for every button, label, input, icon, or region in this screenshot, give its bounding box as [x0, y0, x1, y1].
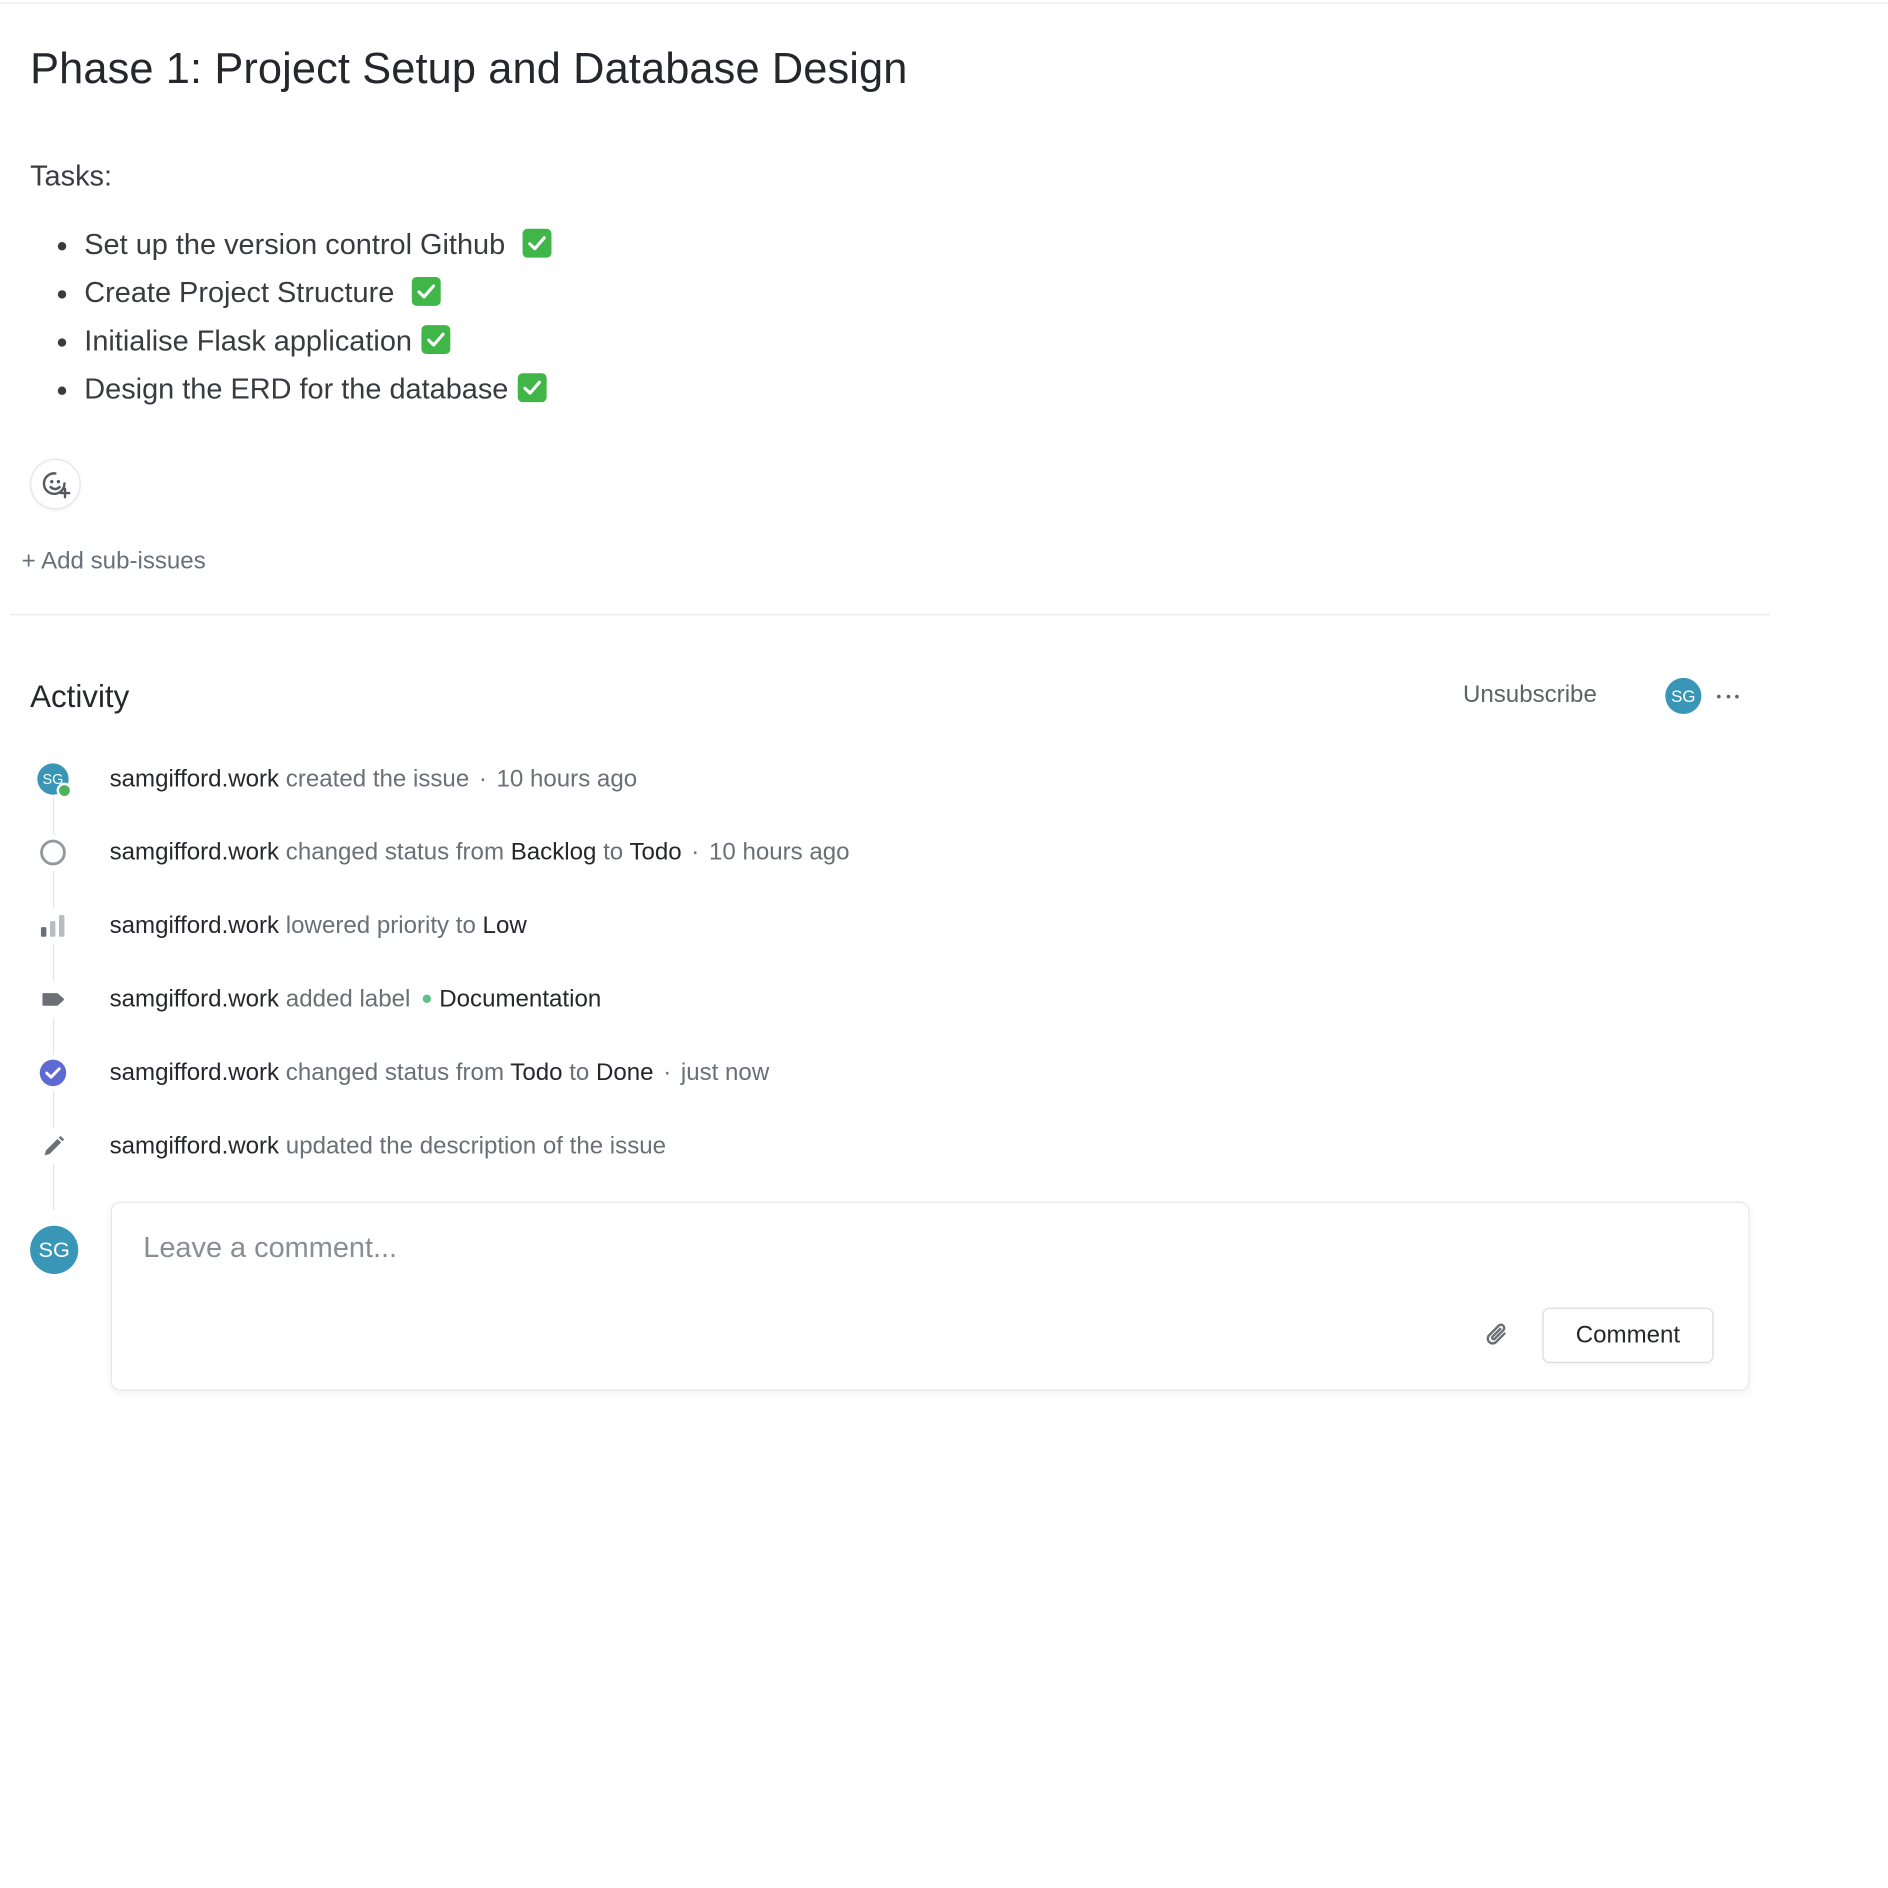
activity-event: SG samgifford.work created the issue · 10 … — [0, 760, 1758, 799]
event-time[interactable]: just now — [681, 1060, 769, 1086]
issue-title[interactable]: Phase 1: Project Setup and Database Desi… — [30, 43, 907, 94]
event-from-status: Backlog — [510, 839, 597, 866]
event-text: samgifford.work updated the description … — [110, 1132, 666, 1161]
event-action: created the issue — [285, 765, 470, 793]
event-to-word: to — [603, 839, 624, 866]
label-tag-icon — [42, 993, 65, 1006]
activity-title: Activity — [30, 677, 130, 715]
event-text: samgifford.work changed status from Todo… — [110, 1058, 770, 1087]
task-item: Create Project Structure — [54, 270, 552, 318]
event-actor[interactable]: samgifford.work — [110, 986, 280, 1012]
comment-submit-button[interactable]: Comment — [1542, 1307, 1714, 1364]
event-to-word: to — [569, 1059, 590, 1087]
attachment-button[interactable] — [1482, 1320, 1513, 1351]
event-actor[interactable]: samgifford.work — [110, 913, 280, 939]
event-actor[interactable]: samgifford.work — [110, 766, 280, 792]
add-reaction-button[interactable] — [30, 458, 81, 510]
task-text: Create Project Structure — [84, 276, 403, 310]
task-item: Design the ERD for the database — [54, 366, 552, 414]
comment-input[interactable] — [143, 1231, 1348, 1266]
event-action: updated the description of the issue — [285, 1133, 667, 1160]
separator-dot: · — [478, 765, 487, 793]
subscriber-avatar[interactable]: SG — [1665, 677, 1702, 715]
event-avatar-wrap: SG — [34, 760, 73, 799]
event-to-status: Todo — [629, 839, 682, 866]
pencil-icon — [44, 1135, 65, 1156]
event-action: lowered priority to — [285, 912, 476, 940]
status-circle-icon — [40, 839, 66, 866]
activity-event: samgifford.work lowered priority to Low — [0, 907, 1758, 945]
event-actor[interactable]: samgifford.work — [110, 1060, 280, 1086]
task-text: Initialise Flask application — [84, 325, 412, 358]
event-actor[interactable]: samgifford.work — [110, 1133, 280, 1159]
separator-dot: · — [663, 1059, 672, 1087]
check-mark-icon — [411, 276, 441, 306]
event-text: samgifford.work changed status from Back… — [110, 838, 850, 867]
check-mark-icon — [518, 373, 547, 403]
priority-bars-icon — [40, 915, 65, 937]
check-mark-icon — [421, 325, 451, 355]
event-actor[interactable]: samgifford.work — [110, 839, 280, 865]
event-action: added label — [285, 986, 411, 1013]
comment-composer: Comment — [110, 1201, 1750, 1391]
avatar[interactable]: SG — [37, 763, 73, 799]
event-to-status: Done — [595, 1059, 654, 1087]
check-mark-icon — [522, 228, 552, 258]
event-label-value[interactable]: Documentation — [439, 986, 601, 1012]
event-priority-value: Low — [482, 912, 527, 940]
activity-event: samgifford.work changed status from Back… — [0, 834, 1758, 871]
comment-avatar: SG — [30, 1225, 79, 1274]
separator-dot: · — [691, 839, 700, 866]
event-icon-wrap — [34, 981, 72, 1018]
add-sub-issues-button[interactable]: + Add sub-issues — [22, 548, 206, 576]
section-divider — [9, 614, 1771, 616]
activity-event: samgifford.work added label Documentation — [0, 981, 1758, 1018]
more-options-icon[interactable] — [1717, 686, 1739, 705]
task-text: Set up the version control Github — [84, 228, 514, 262]
done-check-icon — [39, 1059, 67, 1087]
top-divider — [0, 2, 1888, 4]
online-status-icon — [56, 782, 73, 799]
event-action: changed status from — [285, 1059, 505, 1087]
event-time[interactable]: 10 hours ago — [709, 839, 850, 865]
task-item: Set up the version control Github — [54, 222, 552, 270]
tasks-label: Tasks: — [30, 160, 113, 193]
activity-event: samgifford.work updated the description … — [0, 1128, 1758, 1165]
label-color-dot — [422, 994, 431, 1004]
event-icon-wrap — [34, 907, 72, 945]
issue-page: Phase 1: Project Setup and Database Desi… — [0, 0, 1888, 1888]
task-text: Design the ERD for the database — [84, 373, 509, 406]
event-icon-wrap — [34, 834, 72, 871]
unsubscribe-button[interactable]: Unsubscribe — [1463, 682, 1597, 710]
event-icon-wrap — [34, 1054, 72, 1091]
event-action: changed status from — [285, 839, 505, 866]
emoji-add-icon — [42, 472, 71, 499]
activity-event: samgifford.work changed status from Todo… — [0, 1054, 1758, 1091]
event-text: samgifford.work added label Documentation — [110, 985, 602, 1014]
event-icon-wrap — [34, 1128, 72, 1165]
event-text: samgifford.work created the issue · 10 hou… — [110, 765, 638, 794]
task-list: Set up the version control Github Create… — [54, 222, 552, 415]
event-from-status: Todo — [510, 1059, 563, 1087]
event-text: samgifford.work lowered priority to Low — [110, 912, 527, 941]
task-item: Initialise Flask application — [54, 318, 552, 366]
event-time[interactable]: 10 hours ago — [497, 766, 638, 792]
paperclip-icon — [1486, 1323, 1506, 1345]
